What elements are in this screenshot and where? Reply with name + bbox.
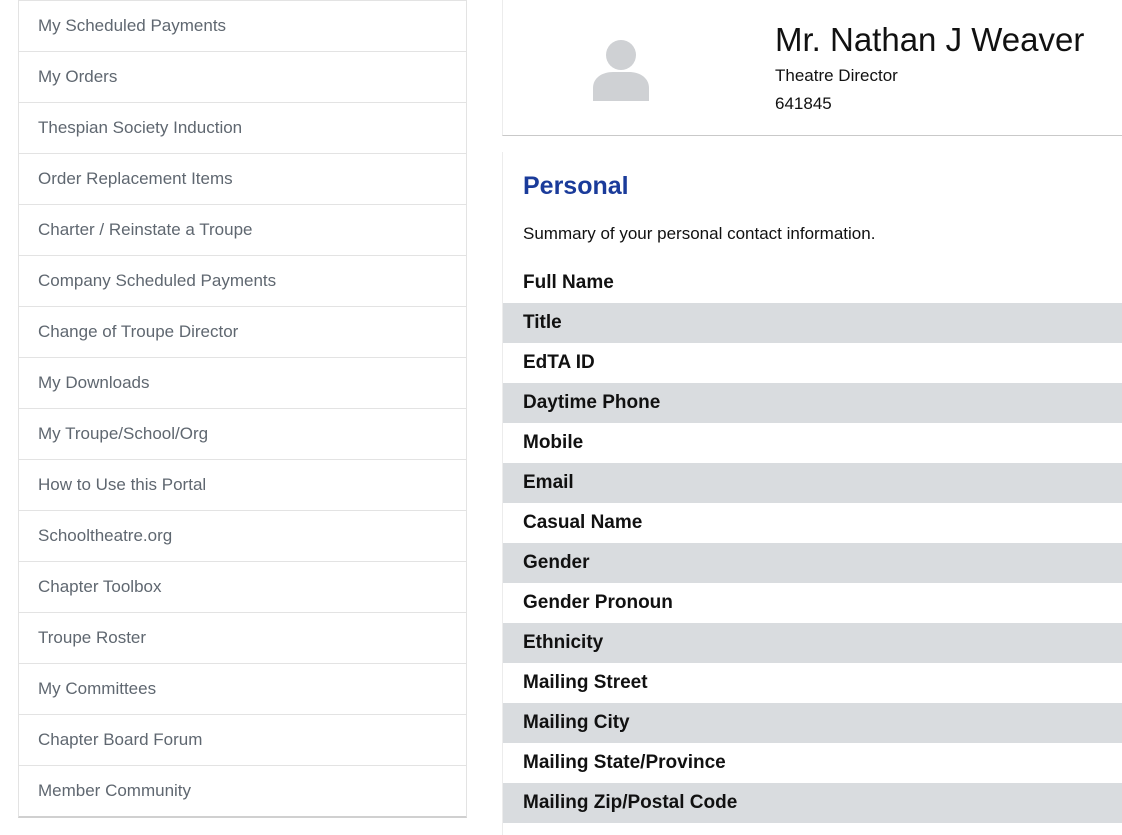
sidebar-item-my-orders[interactable]: My Orders [19, 51, 466, 102]
field-row-daytime-phone: Daytime Phone [503, 383, 1122, 423]
main-content: Mr. Nathan J Weaver Theatre Director 641… [502, 0, 1122, 835]
field-row-mailing-zip: Mailing Zip/Postal Code [503, 783, 1122, 823]
field-row-mobile: Mobile [523, 432, 584, 453]
field-row-mailing-street: Mailing Street [523, 672, 648, 693]
sidebar-item-my-committees[interactable]: My Committees [19, 663, 466, 714]
section-description: Summary of your personal contact informa… [523, 224, 876, 243]
field-list: Full Name Title EdTA ID Daytime Phone Mo… [503, 263, 1122, 823]
sidebar-item-thespian-society-induction[interactable]: Thespian Society Induction [19, 102, 466, 153]
page: My Scheduled Payments My Orders Thespian… [0, 0, 1122, 835]
field-row-casual-name: Casual Name [523, 512, 643, 533]
field-row-mailing-state: Mailing State/Province [523, 752, 726, 773]
sidebar-item-company-scheduled-payments[interactable]: Company Scheduled Payments [19, 255, 466, 306]
profile-name: Mr. Nathan J Weaver [775, 21, 1085, 58]
field-row-gender-pronoun: Gender Pronoun [523, 592, 673, 613]
field-row-full-name: Full Name [523, 272, 614, 293]
sidebar-item-how-to-use-portal[interactable]: How to Use this Portal [19, 459, 466, 510]
sidebar-item-member-community[interactable]: Member Community [19, 765, 466, 816]
sidebar-item-chapter-toolbox[interactable]: Chapter Toolbox [19, 561, 466, 612]
section-heading: Personal [523, 172, 629, 200]
field-row-mailing-city: Mailing City [503, 703, 1122, 743]
profile-id: 641845 [775, 94, 832, 113]
field-row-gender: Gender [503, 543, 1122, 583]
sidebar-item-schooltheatre-org[interactable]: Schooltheatre.org [19, 510, 466, 561]
sidebar-nav: My Scheduled Payments My Orders Thespian… [18, 0, 467, 818]
personal-section: Personal Summary of your personal contac… [502, 152, 1122, 835]
sidebar-item-my-downloads[interactable]: My Downloads [19, 357, 466, 408]
sidebar-item-change-of-troupe-director[interactable]: Change of Troupe Director [19, 306, 466, 357]
sidebar-item-troupe-roster[interactable]: Troupe Roster [19, 612, 466, 663]
field-row-title: Title [503, 303, 1122, 343]
field-row-email: Email [503, 463, 1122, 503]
sidebar-item-chapter-board-forum[interactable]: Chapter Board Forum [19, 714, 466, 765]
sidebar-item-order-replacement-items[interactable]: Order Replacement Items [19, 153, 466, 204]
profile-title: Theatre Director [775, 66, 898, 85]
field-row-edta-id: EdTA ID [523, 352, 595, 373]
sidebar-item-my-scheduled-payments[interactable]: My Scheduled Payments [19, 0, 466, 51]
sidebar-item-my-troupe-school-org[interactable]: My Troupe/School/Org [19, 408, 466, 459]
field-row-ethnicity: Ethnicity [503, 623, 1122, 663]
sidebar-item-charter-reinstate-troupe[interactable]: Charter / Reinstate a Troupe [19, 204, 466, 255]
user-silhouette-icon [592, 39, 650, 101]
profile-card: Mr. Nathan J Weaver Theatre Director 641… [502, 0, 1122, 136]
